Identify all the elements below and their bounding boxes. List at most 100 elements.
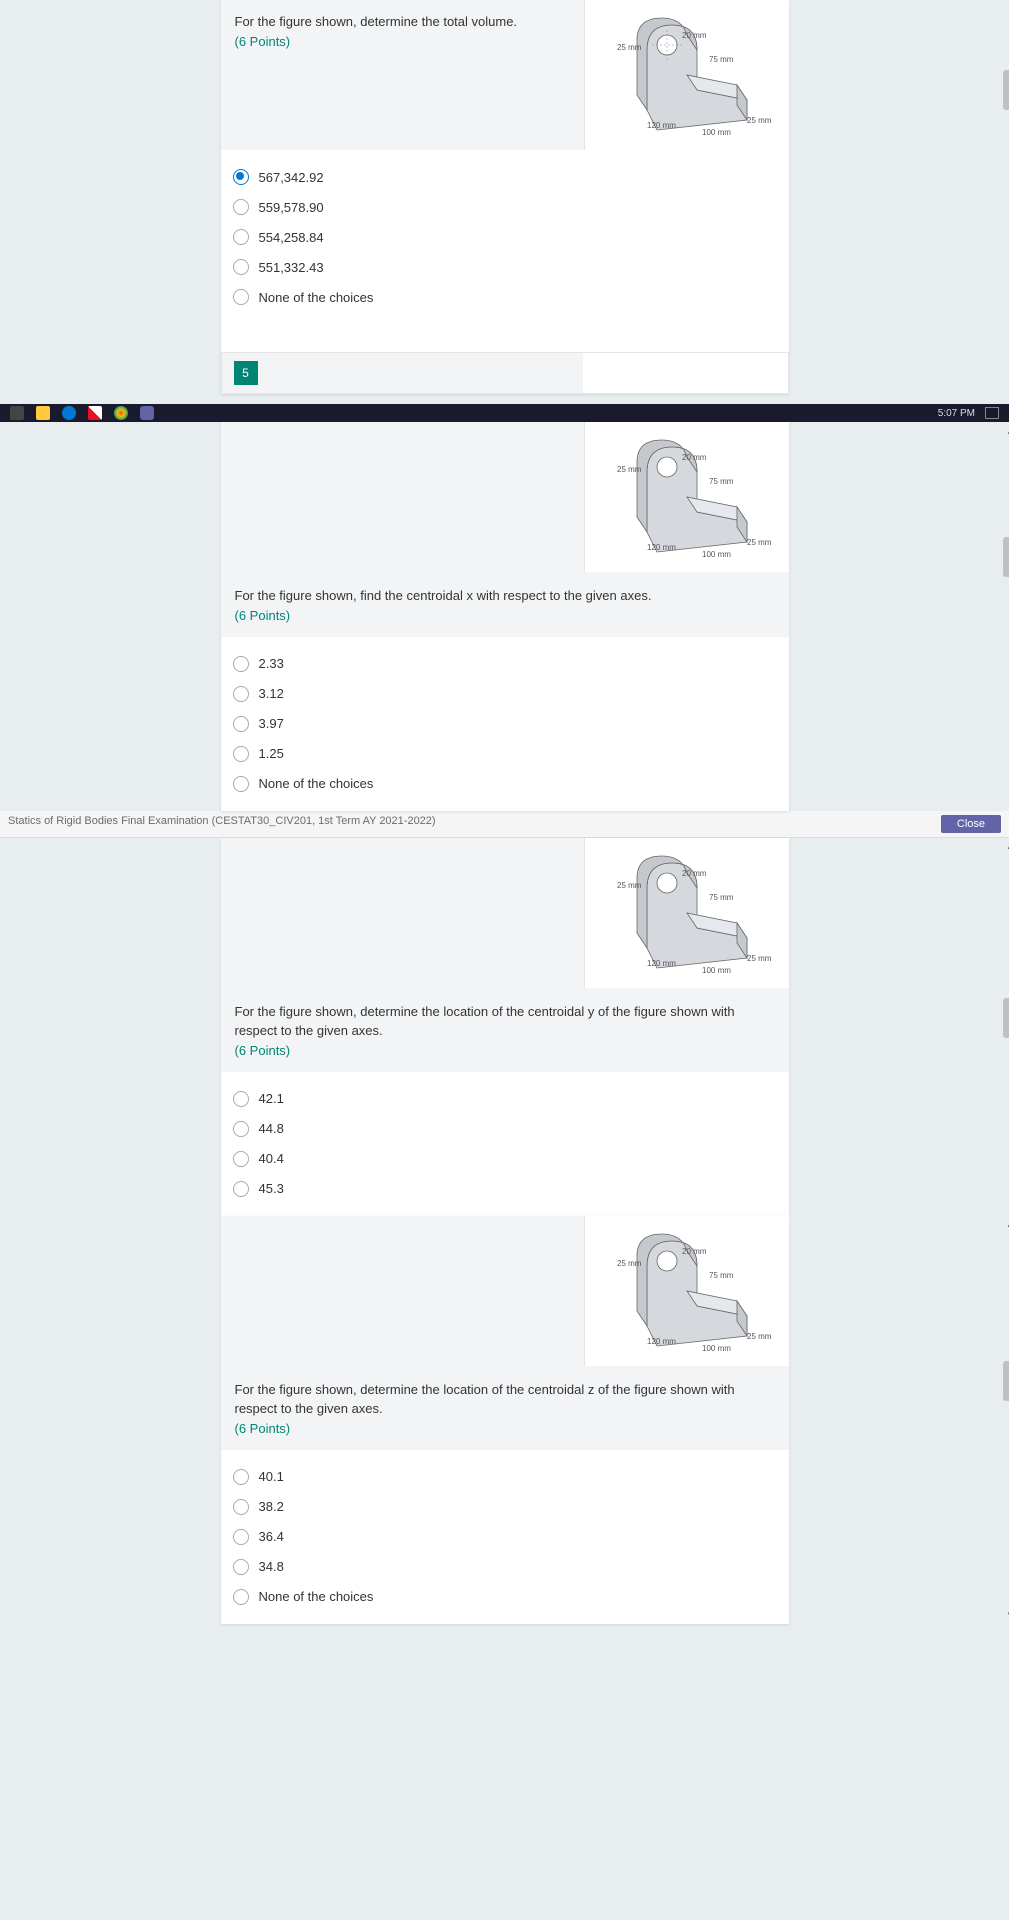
- svg-text:25 mm: 25 mm: [747, 954, 772, 963]
- notifications-icon[interactable]: [985, 407, 999, 419]
- close-button[interactable]: Close: [941, 815, 1001, 833]
- question-number-badge: 5: [234, 361, 258, 385]
- options-list: 42.1 44.8 40.4 45.3: [221, 1072, 789, 1216]
- svg-text:25 mm: 25 mm: [747, 1332, 772, 1341]
- question-figure: 25 mm 20 mm 75 mm 120 mm 100 mm 25 mm: [584, 838, 789, 988]
- question-figure: 25 mm 20 mm 75 mm 120 mm 100 mm 25 mm: [584, 422, 789, 572]
- radio-icon: [233, 1469, 249, 1485]
- option-2[interactable]: 559,578.90: [229, 192, 781, 222]
- option-label: None of the choices: [259, 290, 374, 305]
- scrollbar-thumb[interactable]: [1003, 537, 1009, 577]
- edge-icon[interactable]: [62, 406, 76, 420]
- svg-text:120 mm: 120 mm: [647, 959, 676, 968]
- option-2[interactable]: 38.2: [229, 1492, 781, 1522]
- question-prompt: For the figure shown, determine the tota…: [235, 12, 570, 32]
- radio-icon: [233, 259, 249, 275]
- svg-text:75 mm: 75 mm: [709, 893, 734, 902]
- svg-text:20 mm: 20 mm: [682, 453, 707, 462]
- radio-icon: [233, 169, 249, 185]
- option-2[interactable]: 44.8: [229, 1114, 781, 1144]
- svg-text:75 mm: 75 mm: [709, 1271, 734, 1280]
- option-3[interactable]: 40.4: [229, 1144, 781, 1174]
- svg-text:25 mm: 25 mm: [617, 881, 642, 890]
- taskbar: 5:07 PM: [0, 404, 1009, 422]
- svg-text:120 mm: 120 mm: [647, 543, 676, 552]
- question-points: (6 Points): [235, 608, 775, 623]
- svg-text:20 mm: 20 mm: [682, 1247, 707, 1256]
- option-label: 554,258.84: [259, 230, 324, 245]
- folder-icon[interactable]: [36, 406, 50, 420]
- radio-icon: [233, 1559, 249, 1575]
- option-3[interactable]: 36.4: [229, 1522, 781, 1552]
- question-points: (6 Points): [235, 1421, 775, 1436]
- option-2[interactable]: 3.12: [229, 679, 781, 709]
- radio-icon: [233, 199, 249, 215]
- scrollbar-thumb[interactable]: [1003, 998, 1009, 1038]
- radio-icon: [233, 716, 249, 732]
- svg-text:100 mm: 100 mm: [702, 1344, 731, 1353]
- option-3[interactable]: 3.97: [229, 709, 781, 739]
- radio-icon: [233, 686, 249, 702]
- dim-100mm: 100 mm: [702, 128, 731, 137]
- scroll-up-arrow[interactable]: ▲: [1003, 424, 1009, 438]
- scroll-up-arrow[interactable]: ▲: [1003, 840, 1009, 854]
- question-figure: 25 mm 20 mm 75 mm 120 mm 100 mm 25 mm: [584, 0, 789, 150]
- radio-icon: [233, 1181, 249, 1197]
- svg-text:100 mm: 100 mm: [702, 550, 731, 559]
- scrollbar-thumb[interactable]: [1003, 1361, 1009, 1401]
- form-header: Statics of Rigid Bodies Final Examinatio…: [0, 811, 1009, 838]
- app-icon[interactable]: [88, 406, 102, 420]
- option-4[interactable]: 551,332.43: [229, 252, 781, 282]
- svg-text:100 mm: 100 mm: [702, 966, 731, 975]
- option-3[interactable]: 554,258.84: [229, 222, 781, 252]
- question-points: (6 Points): [235, 34, 570, 49]
- option-4[interactable]: 45.3: [229, 1174, 781, 1204]
- radio-icon: [233, 776, 249, 792]
- options-list: 567,342.92 559,578.90 554,258.84 551,332…: [221, 150, 789, 324]
- options-list: 2.33 3.12 3.97 1.25 None of the choices: [221, 637, 789, 811]
- svg-text:20 mm: 20 mm: [682, 869, 707, 878]
- svg-text:25 mm: 25 mm: [617, 1259, 642, 1268]
- start-icon[interactable]: [10, 406, 24, 420]
- radio-icon: [233, 1091, 249, 1107]
- scrollbar-thumb[interactable]: [1003, 70, 1009, 110]
- svg-text:25 mm: 25 mm: [617, 465, 642, 474]
- scroll-up-arrow[interactable]: ▲: [1003, 1218, 1009, 1232]
- option-1[interactable]: 40.1: [229, 1462, 781, 1492]
- option-4[interactable]: 34.8: [229, 1552, 781, 1582]
- dim-20mm: 20 mm: [682, 31, 707, 40]
- question-card: For the figure shown, determine the tota…: [221, 0, 789, 150]
- question-points: (6 Points): [235, 1043, 775, 1058]
- dim-120mm: 120 mm: [647, 121, 676, 130]
- option-5[interactable]: None of the choices: [229, 282, 781, 312]
- question-prompt: For the figure shown, determine the loca…: [235, 1380, 775, 1419]
- option-label: 551,332.43: [259, 260, 324, 275]
- radio-icon: [233, 746, 249, 762]
- form-title: Statics of Rigid Bodies Final Examinatio…: [8, 815, 436, 833]
- clock: 5:07 PM: [938, 408, 975, 419]
- options-list: 40.1 38.2 36.4 34.8 None of the choices: [221, 1450, 789, 1624]
- option-5[interactable]: None of the choices: [229, 1582, 781, 1612]
- radio-icon: [233, 289, 249, 305]
- radio-icon: [233, 1499, 249, 1515]
- radio-icon: [233, 1151, 249, 1167]
- chrome-icon[interactable]: [114, 406, 128, 420]
- radio-icon: [233, 1589, 249, 1605]
- svg-text:120 mm: 120 mm: [647, 1337, 676, 1346]
- question-prompt: For the figure shown, find the centroida…: [235, 586, 775, 606]
- question-figure: 25 mm 20 mm 75 mm 120 mm 100 mm 25 mm: [584, 1216, 789, 1366]
- radio-icon: [233, 1121, 249, 1137]
- option-4[interactable]: 1.25: [229, 739, 781, 769]
- teams-icon[interactable]: [140, 406, 154, 420]
- svg-text:75 mm: 75 mm: [709, 477, 734, 486]
- svg-text:25 mm: 25 mm: [747, 538, 772, 547]
- option-1[interactable]: 42.1: [229, 1084, 781, 1114]
- radio-icon: [233, 229, 249, 245]
- scroll-down-arrow[interactable]: ▼: [1003, 1608, 1009, 1622]
- question-prompt: For the figure shown, determine the loca…: [235, 1002, 775, 1041]
- dim-25mm-left: 25 mm: [617, 43, 642, 52]
- dim-75mm: 75 mm: [709, 55, 734, 64]
- option-5[interactable]: None of the choices: [229, 769, 781, 799]
- option-1[interactable]: 567,342.92: [229, 162, 781, 192]
- option-1[interactable]: 2.33: [229, 649, 781, 679]
